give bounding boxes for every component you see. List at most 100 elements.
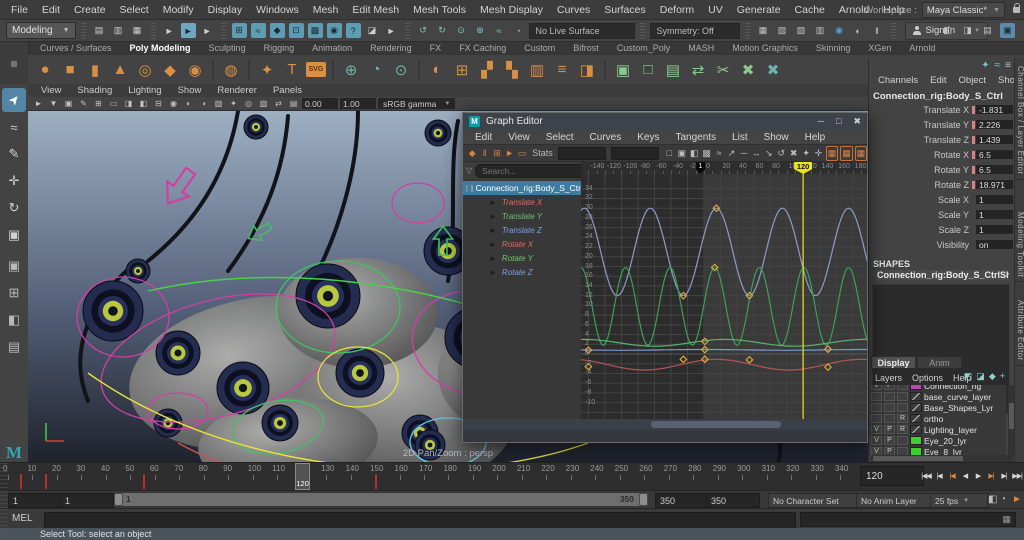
poly-torus-icon[interactable]: ◎ (134, 59, 156, 81)
mel-output-field[interactable]: ▦ (800, 512, 1016, 527)
layer-row-eye-20-lyr[interactable]: V P Eye_20_lyr (871, 435, 1006, 446)
shelf-tab-custom[interactable]: Custom (516, 42, 563, 55)
clamped-tangent-icon[interactable]: ↗ (726, 147, 736, 160)
range-slider[interactable]: 1 350 No Character Set No Anim Layer 25 … (0, 490, 1024, 509)
symmetry-field[interactable]: Symmetry: Off (649, 22, 740, 39)
poly-disc-icon[interactable]: ◉ (184, 59, 206, 81)
channel-box-node-name[interactable]: Connection_rig:Body_S_Ctrl (873, 91, 1003, 102)
animation-preferences-icon[interactable]: ► (1012, 494, 1022, 505)
mel-input[interactable] (44, 512, 796, 529)
layout-two-pane-side[interactable]: ◧ (2, 308, 26, 332)
status-separator[interactable] (220, 22, 226, 39)
file-open-icon[interactable]: ▥ (111, 23, 126, 38)
viewport-toolbar-icon-5[interactable]: ▭ (107, 98, 120, 110)
play-backwards-button[interactable]: ◀ (959, 467, 971, 485)
menu-set-selector[interactable]: Modeling ▼ (6, 22, 76, 39)
multi-cut-icon[interactable]: □ (637, 59, 659, 81)
current-time-marker[interactable]: 120 (294, 463, 310, 490)
paint-select-tool[interactable]: ✎ (2, 142, 26, 166)
insert-keys-icon[interactable]: ‖ (479, 147, 489, 160)
select-hierarchy-icon[interactable]: ► (162, 23, 177, 38)
attribute-value-scale-y[interactable]: 1 (976, 210, 1013, 220)
command-line-grip[interactable] (0, 509, 8, 529)
animation-start-field[interactable] (8, 493, 62, 508)
light-editor-icon[interactable]: ◐ (851, 23, 866, 38)
layer-row-base-curve-layer[interactable]: base_curve_layer (871, 391, 1006, 402)
separate-icon[interactable]: ⊞ (451, 59, 473, 81)
auto-keyframe-icon[interactable]: ◧ (988, 494, 997, 505)
menu-edit[interactable]: Edit (35, 0, 67, 20)
viewport-toolbar-icon-15[interactable]: ▨ (257, 98, 270, 110)
step-tangent-icon[interactable]: ↘ (764, 147, 774, 160)
attribute-value-scale-x[interactable]: 1 (976, 195, 1013, 205)
layer-playback-cell[interactable] (884, 414, 895, 423)
layout-persp-outliner[interactable]: ▤ (2, 335, 26, 359)
viewport-toolbar-icon-0[interactable]: ► (32, 98, 45, 110)
menu-modify[interactable]: Modify (156, 0, 201, 20)
layer-from-selected-icon[interactable]: + (1000, 371, 1005, 382)
layout-four-pane[interactable]: ⊞ (2, 281, 26, 305)
animation-end-field[interactable] (706, 493, 760, 508)
break-tangent-icon[interactable]: ✖ (788, 147, 798, 160)
status-separator[interactable] (744, 22, 750, 39)
layer-visible-cell[interactable] (871, 414, 882, 423)
eyeball-mesh[interactable] (261, 404, 299, 442)
tree-channel-translate-x[interactable]: ► Translate X (463, 195, 581, 209)
graph-editor-window[interactable]: M Graph Editor ─ □ ✖ Edit View Select Curves K… (462, 112, 877, 443)
layer-playback-cell[interactable]: P (884, 385, 895, 390)
layer-visible-cell[interactable]: V (871, 436, 882, 445)
channel-box-menu-object[interactable]: Object (954, 75, 991, 89)
poly-cylinder-icon[interactable]: ▮ (84, 59, 106, 81)
channel-box-menu-edit[interactable]: Edit (925, 75, 951, 89)
render-current-icon[interactable]: ▨ (775, 23, 790, 38)
layer-color-swatch[interactable] (910, 403, 922, 412)
move-tool[interactable]: ✛ (2, 169, 26, 193)
history-c-icon[interactable]: ≈ (492, 23, 507, 38)
move-layer-down-icon[interactable]: ◪ (976, 371, 985, 382)
offset-edge-loop-icon[interactable]: ⇄ (687, 59, 709, 81)
attribute-value-rotate-x[interactable]: 6.5 (976, 150, 1013, 160)
viewport-toolbar-icon-9[interactable]: ◉ (167, 98, 180, 110)
graph-editor-menu-edit[interactable]: Edit (467, 132, 500, 143)
svg-icon[interactable]: SVG (306, 62, 326, 77)
menu-display[interactable]: Display (201, 0, 249, 20)
eyeball-mesh[interactable] (216, 361, 270, 415)
playhead-line[interactable] (802, 174, 804, 419)
make-live-icon[interactable]: ◉ (326, 23, 342, 38)
snap-buffer-icon[interactable]: ▦ (854, 145, 868, 161)
select-tool[interactable]: ➤ (2, 88, 26, 112)
linear-tangent-icon[interactable]: ─ (739, 147, 749, 160)
layer-reference-cell[interactable] (897, 436, 908, 445)
layer-reference-cell[interactable]: R (897, 425, 908, 434)
auto-tangent-icon[interactable]: ▩ (701, 147, 711, 160)
layer-row-eye-8-lyr[interactable]: V P Eye_8_lyr (871, 446, 1006, 455)
layer-visible-cell[interactable]: V (871, 447, 882, 455)
value-snap-icon[interactable]: ▦ (840, 145, 853, 161)
attribute-value-rotate-z[interactable]: 18.971 (976, 180, 1013, 190)
empty-layer-icon[interactable]: ◆ (989, 371, 996, 382)
layer-playback-cell[interactable]: P (884, 425, 895, 434)
tree-channel-translate-z[interactable]: ► Translate Z (463, 223, 581, 237)
graph-editor-menu-show[interactable]: Show (756, 132, 797, 143)
anim-layer-select[interactable]: No Anim Layer (856, 493, 932, 508)
layer-editor-tab-anim[interactable]: Anim (917, 356, 962, 369)
viewport-toolbar-icon-8[interactable]: ⊟ (152, 98, 165, 110)
attribute-editor-dock-icon[interactable]: ▤ (980, 23, 995, 38)
layer-editor-tab-display[interactable]: Display (871, 356, 916, 369)
flat-tangent-icon[interactable]: ↔ (751, 147, 761, 160)
layer-visible-cell[interactable]: V (871, 385, 882, 390)
poly-plane-icon[interactable]: ◆ (159, 59, 181, 81)
layout-single-pane[interactable]: ▣ (2, 254, 26, 278)
layer-row-lighting-layer[interactable]: V P R Lighting_layer (871, 424, 1006, 435)
workspace-lock-icon[interactable] (1013, 3, 1020, 13)
plateau-tangent-icon[interactable]: ↺ (776, 147, 786, 160)
move-nearest-icon[interactable]: ◆ (467, 147, 477, 160)
region-tool-icon[interactable]: ► (504, 147, 514, 160)
graph-editor-menu-curves[interactable]: Curves (582, 132, 630, 143)
graph-editor-menu-view[interactable]: View (500, 132, 538, 143)
layer-reference-cell[interactable] (897, 385, 908, 390)
frame-playback-icon[interactable]: ▣ (677, 147, 687, 160)
outliner-scrollbar[interactable] (463, 419, 581, 430)
poly-text-icon[interactable]: T (281, 59, 303, 81)
humanik-char-icon[interactable]: ✦ (981, 60, 989, 71)
